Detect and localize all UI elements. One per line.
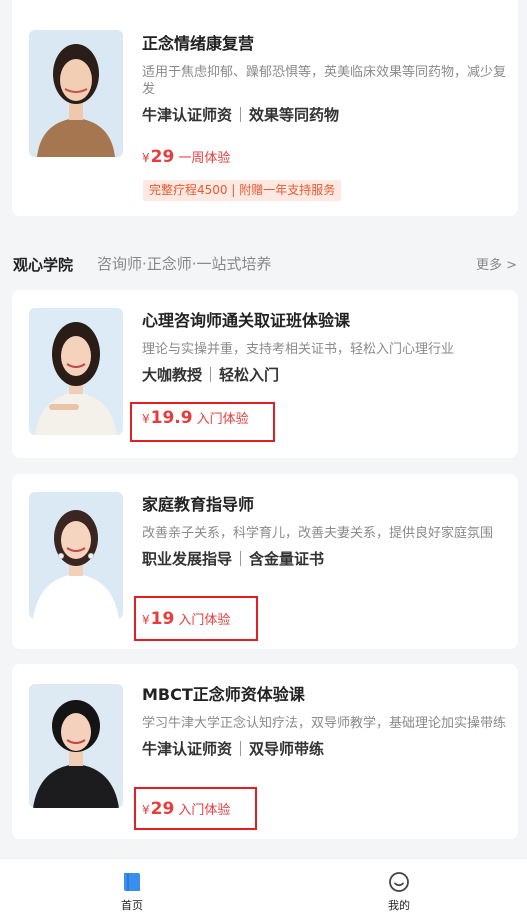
course-title: 正念情绪康复营 — [142, 34, 255, 53]
price: ¥29 一周体验 — [142, 147, 230, 167]
tab-home-label: 首页 — [121, 899, 143, 912]
course-tag: 轻松入门 — [219, 366, 280, 384]
instructor-photo — [29, 308, 123, 435]
instructor-photo — [29, 684, 123, 808]
course-tags: 牛津认证师资 效果等同药物 — [142, 104, 508, 126]
course-tag: 职业发展指导 — [142, 550, 233, 568]
course-tag: 效果等同药物 — [249, 106, 340, 124]
course-tag: 牛津认证师资 — [142, 106, 233, 124]
course-card[interactable]: 心理咨询师通关取证班体验课 理论与实操并重，支持考相关证书，轻松入门心理行业 大… — [12, 290, 518, 458]
course-card[interactable]: MBCT正念师资体验课 学习牛津大学正念认知疗法，双导师教学，基础理论加实操带练… — [12, 664, 518, 839]
course-tags: 职业发展指导 含金量证书 — [142, 548, 508, 570]
tag-divider — [240, 107, 242, 122]
price-label: 一周体验 — [178, 151, 231, 166]
section-title: 观心学院 — [13, 256, 74, 274]
course-card[interactable]: 家庭教育指导师 改善亲子关系，科学育儿，改善夫妻关系，提供良好家庭氛围 职业发展… — [12, 474, 518, 649]
book-icon — [124, 873, 140, 891]
bottom-tab-bar: 首页 我的 — [0, 858, 527, 915]
course-card-top[interactable]: 正念情绪康复营 适用于焦虑抑郁、躁郁恐惧等，英美临床效果等同药物，减少复发 牛津… — [12, 0, 518, 216]
course-title: 家庭教育指导师 — [142, 495, 255, 514]
price-highlight-box — [134, 596, 258, 641]
section-subtitle: 咨询师·正念师·一站式培养 — [97, 255, 272, 273]
instructor-photo — [29, 30, 123, 157]
section-header: 观心学院 咨询师·正念师·一站式培养 更多 > — [13, 250, 517, 276]
price-highlight-box — [134, 787, 257, 830]
tag-divider — [210, 367, 212, 382]
tag-divider — [240, 551, 242, 566]
course-tags: 牛津认证师资 双导师带练 — [142, 738, 508, 760]
course-tag: 大咖教授 — [142, 366, 203, 384]
instructor-photo — [29, 492, 123, 619]
price-value: 29 — [150, 147, 175, 167]
tag-divider — [240, 741, 242, 756]
course-description: 理论与实操并重，支持考相关证书，轻松入门心理行业 — [142, 342, 455, 357]
currency-symbol: ¥ — [142, 151, 150, 165]
course-description: 学习牛津大学正念认知疗法，双导师教学，基础理论加实操带练 — [142, 716, 507, 731]
course-tags: 大咖教授 轻松入门 — [142, 364, 508, 386]
course-title: MBCT正念师资体验课 — [142, 685, 305, 704]
course-description: 改善亲子关系，科学育儿，改善夫妻关系，提供良好家庭氛围 — [142, 526, 494, 541]
course-tag: 双导师带练 — [249, 740, 325, 758]
course-description: 适用于焦虑抑郁、躁郁恐惧等，英美临床效果等同药物，减少复发 — [142, 65, 507, 97]
course-tag: 含金量证书 — [249, 550, 325, 568]
tab-mine-label: 我的 — [388, 899, 410, 912]
tab-home[interactable]: 首页 — [102, 859, 162, 913]
course-tag: 牛津认证师资 — [142, 740, 233, 758]
more-link[interactable]: 更多 > — [476, 254, 517, 273]
price-highlight-box — [130, 402, 275, 442]
course-title: 心理咨询师通关取证班体验课 — [142, 311, 351, 330]
smile-face-icon — [389, 872, 409, 892]
tab-mine[interactable]: 我的 — [369, 859, 429, 913]
promo-badge: 完整疗程4500 | 附赠一年支持服务 — [143, 180, 342, 201]
